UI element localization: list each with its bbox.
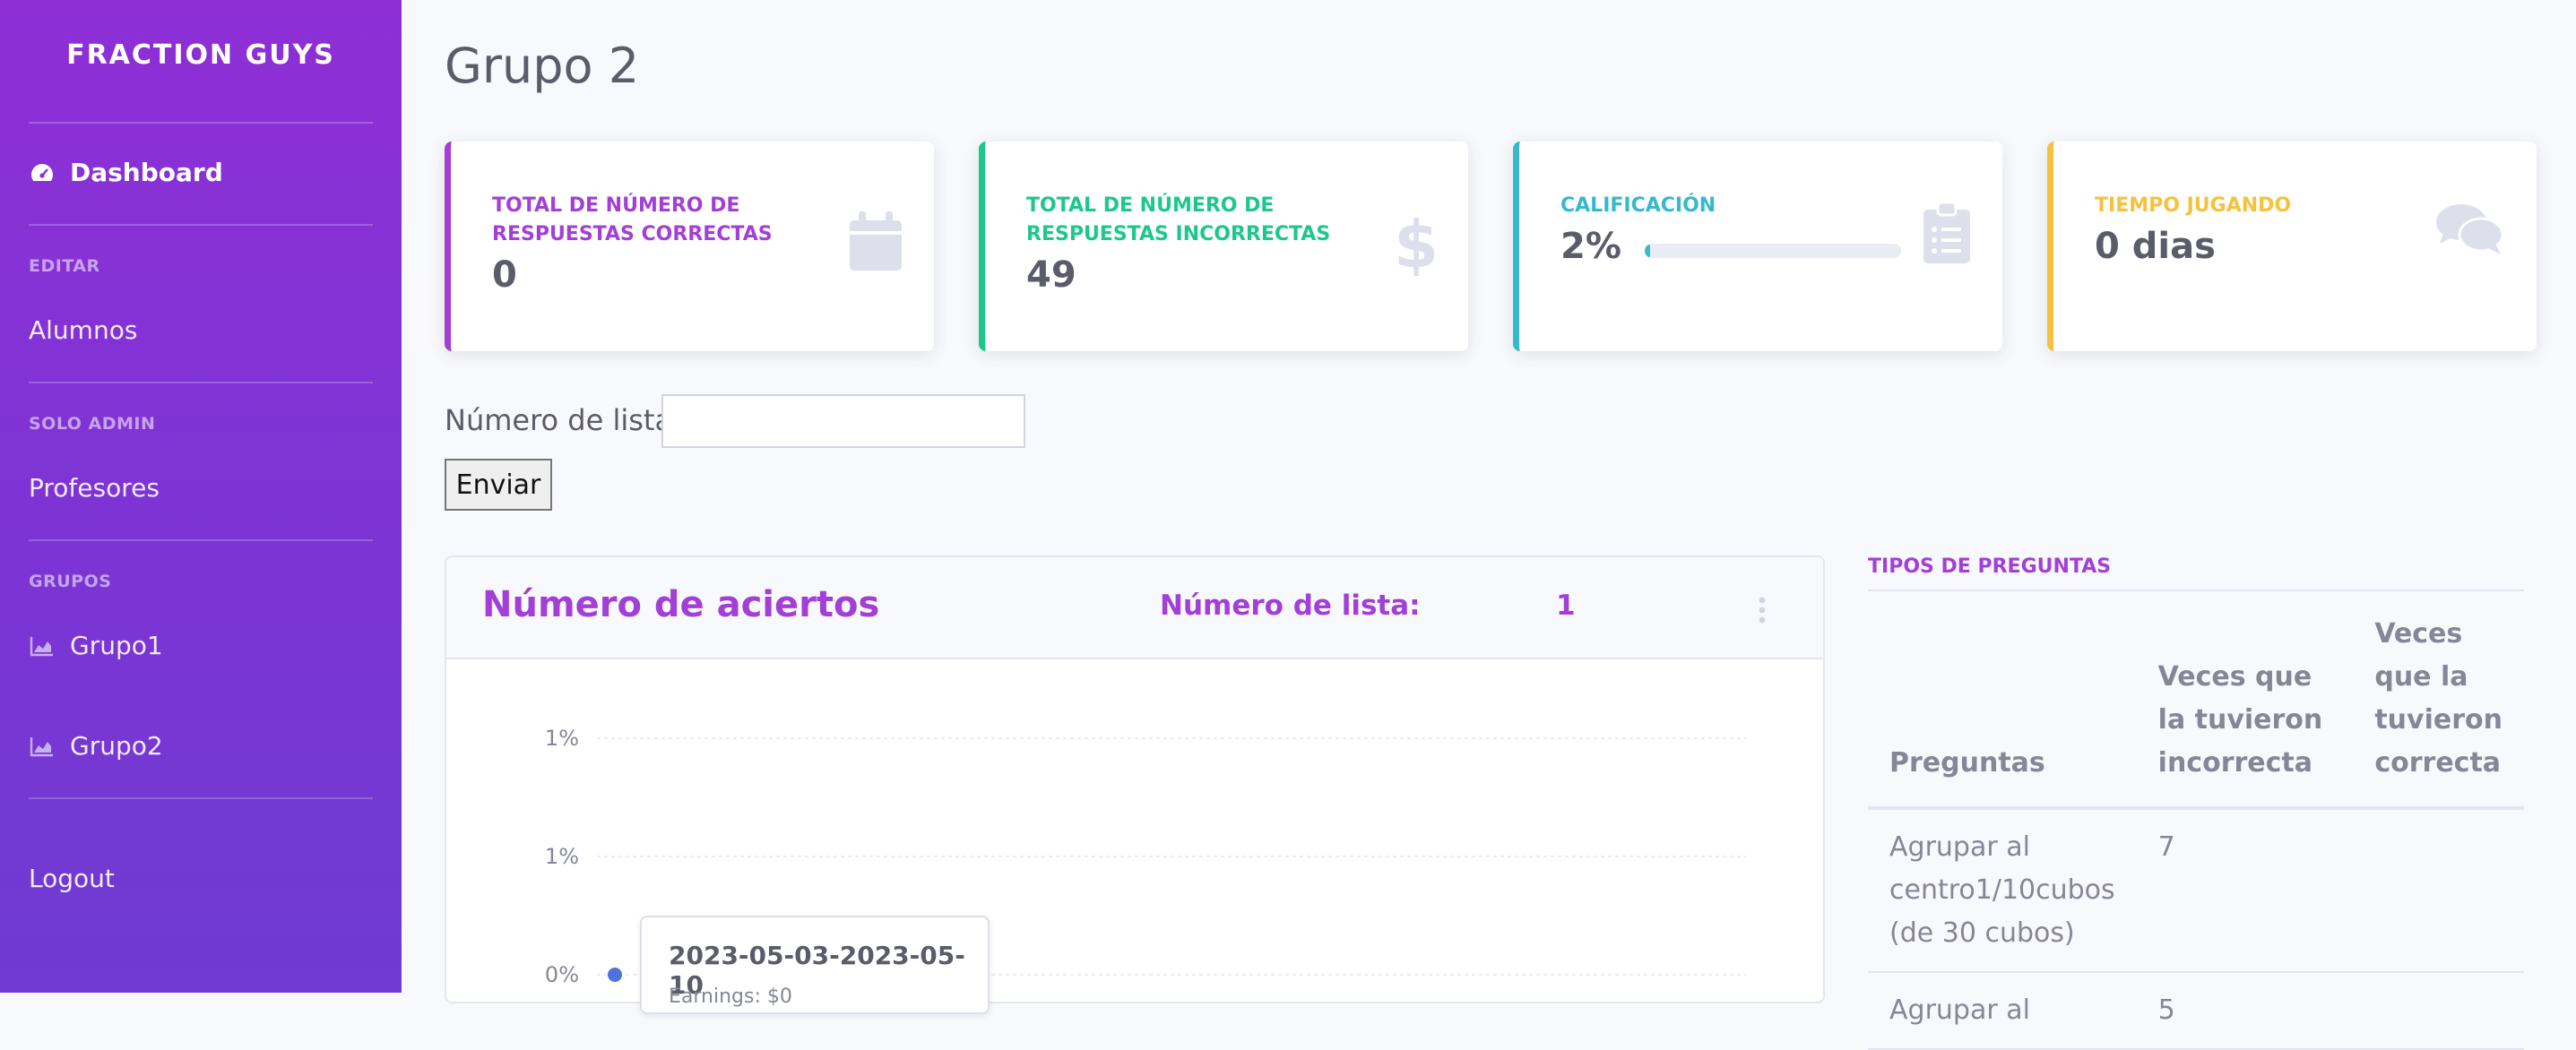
progress-bar-fill	[1645, 244, 1650, 258]
stat-card-incorrectas: TOTAL DE NÚMERO DE RESPUESTAS INCORRECTA…	[979, 142, 1468, 351]
sidebar: FRACTION GUYS Dashboard EDITAR Alumnos S…	[0, 0, 402, 993]
chart-area-icon	[30, 636, 53, 656]
sidebar-item-profesores[interactable]: Profesores	[29, 473, 160, 503]
sidebar-heading-grupos: GRUPOS	[29, 572, 112, 591]
sidebar-item-logout[interactable]: Logout	[29, 864, 115, 893]
chart-lista-label: Número de lista:	[1160, 590, 1421, 622]
sidebar-item-dashboard[interactable]: Dashboard	[29, 158, 223, 187]
chart-card-header: Número de aciertos Número de lista: 1	[446, 557, 1823, 659]
table-cell: Agrupar al	[1868, 972, 2137, 1050]
table-cell: Agrupar al centro1/10cubos (de 30 cubos)	[1868, 808, 2137, 973]
data-point[interactable]	[608, 968, 622, 982]
sidebar-divider	[29, 797, 373, 799]
table-cell	[2353, 972, 2524, 1050]
page-title: Grupo 2	[445, 38, 640, 94]
table-row: Agrupar al centro1/10cubos (de 30 cubos)…	[1868, 808, 2524, 973]
column-header: Preguntas	[1868, 591, 2137, 810]
stat-card-label: TIEMPO JUGANDO	[2095, 194, 2292, 217]
table-row: Agrupar al 5	[1868, 972, 2524, 1050]
chart-area-icon	[30, 736, 53, 756]
clipboard-list-icon	[1923, 202, 1970, 263]
y-tick-label: 1%	[545, 844, 579, 869]
sidebar-item-label: Logout	[29, 864, 115, 893]
sidebar-item-label: Profesores	[29, 473, 160, 503]
svg-text:$: $	[1396, 211, 1436, 276]
stat-card-tiempo: TIEMPO JUGANDO 0 dias	[2047, 142, 2537, 351]
sidebar-heading-editar: EDITAR	[29, 256, 100, 276]
stat-card-correctas: TOTAL DE NÚMERO DE RESPUESTAS CORRECTAS …	[445, 142, 934, 351]
sidebar-divider	[29, 382, 373, 383]
sidebar-item-label: Alumnos	[29, 315, 138, 345]
enviar-button[interactable]: Enviar	[445, 459, 552, 511]
calendar-icon	[850, 211, 902, 271]
ellipsis-vertical-icon[interactable]	[1757, 597, 1768, 624]
sidebar-item-label: Grupo2	[70, 731, 163, 761]
table-cell: 7	[2136, 808, 2354, 973]
sidebar-item-alumnos[interactable]: Alumnos	[29, 315, 137, 345]
sidebar-divider	[29, 224, 373, 226]
brand-logo[interactable]: FRACTION GUYS	[0, 39, 402, 71]
comments-icon	[2436, 204, 2504, 254]
column-header: Veces que la tuvieron correcta	[2353, 591, 2524, 810]
stat-card-value: 0	[492, 254, 517, 296]
progress-bar	[1645, 244, 1901, 258]
sidebar-item-grupo2[interactable]: Grupo2	[29, 731, 163, 761]
chart-title: Número de aciertos	[482, 584, 880, 625]
stat-card-value: 2%	[1560, 226, 1621, 267]
stat-card-label: TOTAL DE NÚMERO DE RESPUESTAS CORRECTAS	[492, 194, 773, 245]
tooltip-body: Earnings: $0	[669, 985, 792, 1008]
stat-card-label: CALIFICACIÓN	[1560, 194, 1716, 217]
questions-table: Preguntas Veces que la tuvieron incorrec…	[1868, 591, 2524, 1050]
dollar-icon: $	[1396, 211, 1436, 276]
y-tick-label: 0%	[545, 962, 579, 987]
column-header: Veces que la tuvieron incorrecta	[2136, 591, 2354, 810]
y-tick-label: 1%	[545, 726, 579, 751]
sidebar-item-label: Dashboard	[70, 158, 223, 187]
chart-tooltip: 2023-05-03-2023-05-10 Earnings: $0	[640, 916, 990, 1014]
lista-input[interactable]	[661, 394, 1025, 448]
lista-label: Número de lista:	[445, 403, 682, 437]
stat-card-value: 0 dias	[2095, 226, 2216, 267]
sidebar-divider	[29, 539, 373, 541]
chart-lista-value: 1	[1556, 590, 1576, 622]
stat-card-label: TOTAL DE NÚMERO DE RESPUESTAS INCORRECTA…	[1026, 194, 1331, 245]
tachometer-icon	[31, 163, 54, 181]
sidebar-item-grupo1[interactable]: Grupo1	[29, 631, 163, 660]
table-heading: TIPOS DE PREGUNTAS	[1868, 555, 2112, 578]
sidebar-item-label: Grupo1	[70, 631, 163, 660]
table-cell	[2353, 808, 2524, 973]
sidebar-heading-solo-admin: SOLO ADMIN	[29, 414, 156, 434]
stat-card-value: 49	[1026, 254, 1076, 296]
table-header-row: Preguntas Veces que la tuvieron incorrec…	[1868, 591, 2524, 810]
sidebar-divider	[29, 122, 373, 124]
table-cell: 5	[2136, 972, 2354, 1050]
stat-card-calificacion: CALIFICACIÓN 2%	[1513, 142, 2002, 351]
